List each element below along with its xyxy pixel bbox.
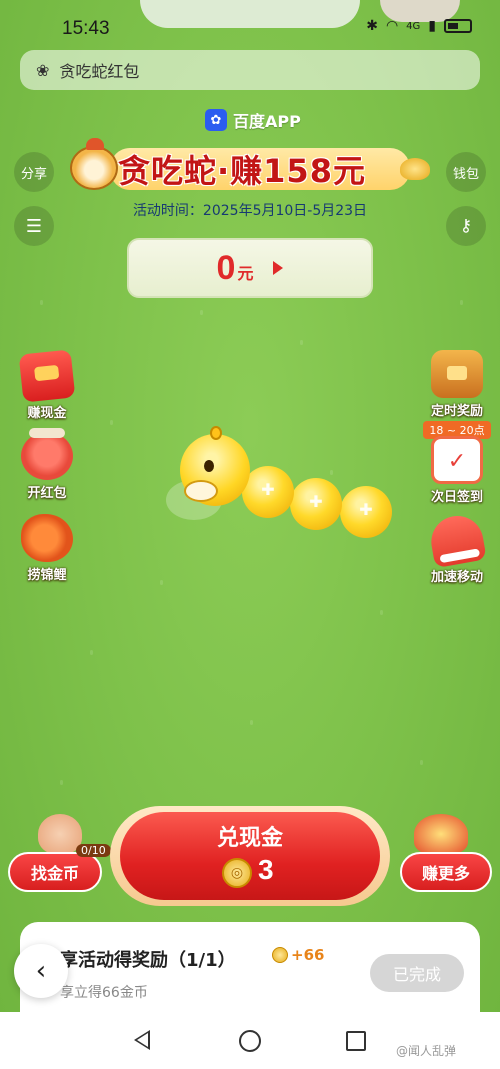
task-reward-value: +66	[291, 946, 325, 964]
snake-character	[160, 420, 400, 550]
koi-icon	[21, 514, 73, 562]
dragon-icon	[21, 428, 73, 480]
wallet-button[interactable]: 钱包	[446, 152, 486, 192]
coin-count: 3	[258, 854, 274, 885]
snake-body-segment	[290, 478, 342, 530]
feature-label: 加速移动	[430, 570, 483, 585]
baidu-brand: ✿ 百度APP	[205, 108, 301, 132]
paw-icon: ❀	[36, 60, 50, 80]
feature-speed-up[interactable]: 加速移动	[422, 511, 492, 585]
signal-icon: ▮	[428, 18, 436, 34]
title-banner: 贪吃蛇·赚158元	[70, 138, 430, 196]
feature-label: 次日签到	[430, 490, 483, 505]
sneaker-icon	[427, 511, 487, 569]
feature-label: 开红包	[27, 486, 67, 501]
feature-label: 定时奖励	[430, 404, 483, 419]
calendar-icon	[431, 436, 483, 484]
cash-amount-unit: 元	[237, 263, 254, 283]
snake-face	[184, 480, 218, 502]
status-bar: 15:43 ✱ ◠ 4G ▮	[0, 0, 500, 40]
feature-label: 赚现金	[27, 406, 67, 421]
cash-amount-box[interactable]: 0元	[127, 238, 373, 298]
nav-back-icon[interactable]	[134, 1030, 150, 1050]
status-time: 15:43	[62, 18, 110, 39]
earn-more-button[interactable]: 赚更多	[400, 852, 492, 892]
back-button[interactable]: ‹	[14, 944, 68, 998]
red-envelope-icon	[18, 349, 76, 403]
find-coin-button[interactable]: 找金币	[8, 852, 102, 892]
page-title: 贪吃蛇·赚158元	[118, 152, 366, 190]
chevron-left-icon: ‹	[35, 956, 47, 986]
feature-catch-koi[interactable]: 捞锦鲤	[12, 514, 82, 583]
gift-bag-icon	[414, 814, 468, 854]
coin-icon	[272, 947, 288, 963]
task-title: 享活动得奖励（1/1）	[60, 950, 236, 971]
snake-crown-icon	[210, 426, 222, 440]
feature-earn-cash[interactable]: 赚现金	[12, 349, 82, 421]
bluetooth-icon: ✱	[366, 18, 378, 34]
feature-timed-reward[interactable]: 定时奖励 18 ~ 20点	[422, 350, 492, 439]
baidu-logo-icon: ✿	[205, 109, 227, 131]
snake-head	[180, 426, 250, 506]
menu-icon: ☰	[25, 215, 43, 237]
nav-home-icon[interactable]	[239, 1030, 261, 1052]
wifi-icon: ◠	[385, 18, 399, 34]
menu-button[interactable]: ☰	[14, 206, 54, 246]
treasure-chest-icon	[431, 350, 483, 398]
baidu-label: 百度APP	[233, 112, 301, 131]
gold-ingot-icon	[400, 158, 430, 180]
cash-amount-value: 0	[216, 248, 236, 287]
snake-eye	[204, 460, 214, 472]
feature-open-red-envelope[interactable]: 开红包	[12, 428, 82, 501]
find-coin-count: 0/10	[76, 844, 111, 857]
exchange-cash-label: 兑现金	[216, 826, 283, 851]
battery-icon	[444, 19, 472, 33]
network-label: 4G	[406, 20, 421, 32]
search-text: 贪吃蛇红包	[59, 62, 140, 81]
search-bar[interactable]: ❀ 贪吃蛇红包	[20, 50, 480, 90]
watermark: @闻人乱弹	[396, 1044, 457, 1058]
nav-recent-icon[interactable]	[346, 1031, 366, 1051]
feature-next-day-checkin[interactable]: 次日签到	[422, 436, 492, 505]
feature-label: 捞锦鲤	[27, 568, 67, 583]
activity-time: 活动时间：2025年5月10日-5月23日	[132, 203, 368, 219]
task-reward: +66	[272, 946, 324, 964]
task-done-button[interactable]: 已完成	[370, 954, 464, 992]
coin-icon: ◎	[222, 858, 252, 888]
hamster-icon	[70, 138, 118, 190]
share-button[interactable]: 分享	[14, 152, 54, 192]
task-description: 享立得66金币	[60, 985, 148, 1001]
key-icon: ⚷	[459, 216, 473, 236]
snake-body-segment	[340, 486, 392, 538]
status-icons: ✱ ◠ 4G ▮	[366, 18, 472, 34]
key-button[interactable]: ⚷	[446, 206, 486, 246]
play-arrow-icon	[273, 261, 284, 275]
